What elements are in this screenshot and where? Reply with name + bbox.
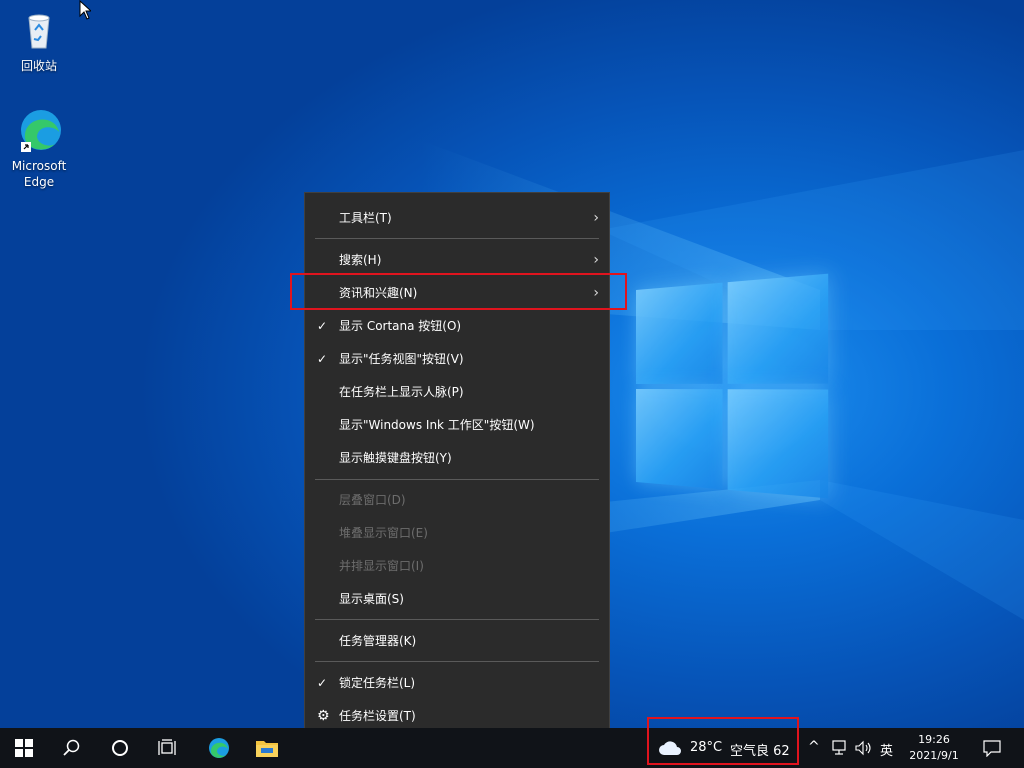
- menu-item-stack-windows: 堆叠显示窗口(E): [305, 518, 609, 548]
- menu-item-show-people[interactable]: 在任务栏上显示人脉(P): [305, 377, 609, 407]
- task-view-icon: [158, 739, 176, 755]
- menu-item-side-by-side-windows: 并排显示窗口(I): [305, 551, 609, 581]
- windows-wallpaper-logo: [636, 273, 829, 499]
- menu-item-label: 工具栏(T): [339, 211, 392, 225]
- desktop-icon-label: Microsoft Edge: [11, 159, 67, 189]
- network-icon[interactable]: [830, 740, 848, 756]
- volume-icon[interactable]: [855, 740, 873, 756]
- chevron-right-icon: ›: [593, 252, 599, 268]
- menu-item-label: 显示 Cortana 按钮(O): [339, 319, 462, 333]
- start-button[interactable]: [0, 728, 48, 768]
- taskbar-edge-button[interactable]: [194, 728, 242, 768]
- recycle-bin-icon: [15, 6, 63, 54]
- menu-item-label: 锁定任务栏(L): [339, 676, 416, 690]
- ime-indicator[interactable]: 英: [880, 740, 893, 759]
- cortana-icon: [112, 740, 128, 756]
- menu-item-show-desktop[interactable]: 显示桌面(S): [305, 584, 609, 614]
- menu-item-label: 堆叠显示窗口(E): [339, 526, 428, 540]
- checkmark-icon: ✓: [317, 676, 328, 690]
- taskbar-file-explorer-button[interactable]: [243, 728, 291, 768]
- desktop-icon-recycle-bin[interactable]: 回收站: [4, 6, 74, 74]
- system-clock[interactable]: 19:26 2021/9/1: [900, 732, 968, 764]
- menu-separator: [315, 479, 599, 480]
- notification-icon[interactable]: [983, 740, 1001, 757]
- clock-time: 19:26: [918, 733, 950, 746]
- desktop-icon-edge[interactable]: Microsoft Edge: [4, 106, 74, 190]
- menu-item-label: 搜索(H): [339, 253, 382, 267]
- chevron-right-icon: ›: [593, 210, 599, 226]
- task-view-button[interactable]: [144, 728, 192, 768]
- menu-item-label: 层叠窗口(D): [339, 493, 406, 507]
- menu-item-task-manager[interactable]: 任务管理器(K): [305, 626, 609, 656]
- menu-item-label: 并排显示窗口(I): [339, 559, 424, 573]
- menu-item-cascade-windows: 层叠窗口(D): [305, 485, 609, 515]
- highlight-box-weather: [647, 717, 799, 765]
- checkmark-icon: ✓: [317, 352, 328, 366]
- clock-date: 2021/9/1: [909, 749, 959, 762]
- menu-item-show-cortana[interactable]: ✓ 显示 Cortana 按钮(O): [305, 311, 609, 341]
- menu-separator: [315, 619, 599, 620]
- menu-item-label: 在任务栏上显示人脉(P): [339, 385, 464, 399]
- search-button[interactable]: [48, 728, 96, 768]
- menu-item-show-task-view[interactable]: ✓ 显示"任务视图"按钮(V): [305, 344, 609, 374]
- menu-item-search[interactable]: 搜索(H) ›: [305, 245, 609, 275]
- menu-item-show-windows-ink[interactable]: 显示"Windows Ink 工作区"按钮(W): [305, 410, 609, 440]
- file-explorer-icon: [256, 741, 278, 757]
- menu-item-label: 任务栏设置(T): [339, 709, 416, 723]
- menu-item-toolbars[interactable]: 工具栏(T) ›: [305, 203, 609, 233]
- edge-icon: [15, 106, 63, 154]
- menu-item-label: 任务管理器(K): [339, 634, 417, 648]
- mouse-cursor-icon: [79, 0, 91, 20]
- menu-item-label: 显示桌面(S): [339, 592, 404, 606]
- menu-item-label: 显示"Windows Ink 工作区"按钮(W): [339, 418, 535, 432]
- gear-icon: ⚙: [317, 708, 330, 724]
- search-icon: [63, 739, 80, 756]
- cortana-button[interactable]: [96, 728, 144, 768]
- taskbar: 28°C 空气良 62 ^ 英: [0, 728, 1024, 768]
- desktop-icon-label: 回收站: [20, 59, 57, 73]
- highlight-box-news-interests: [290, 273, 627, 310]
- menu-item-taskbar-settings[interactable]: ⚙ 任务栏设置(T): [305, 701, 609, 731]
- checkmark-icon: ✓: [317, 319, 328, 333]
- menu-item-label: 显示触摸键盘按钮(Y): [339, 451, 452, 465]
- menu-separator: [315, 238, 599, 239]
- start-icon: [15, 739, 33, 757]
- edge-icon: [209, 738, 229, 758]
- menu-separator: [315, 661, 599, 662]
- menu-item-lock-taskbar[interactable]: ✓ 锁定任务栏(L): [305, 668, 609, 698]
- tray-chevron-up-icon[interactable]: ^: [808, 739, 820, 755]
- menu-item-label: 显示"任务视图"按钮(V): [339, 352, 464, 366]
- menu-item-show-touch-keyboard[interactable]: 显示触摸键盘按钮(Y): [305, 443, 609, 473]
